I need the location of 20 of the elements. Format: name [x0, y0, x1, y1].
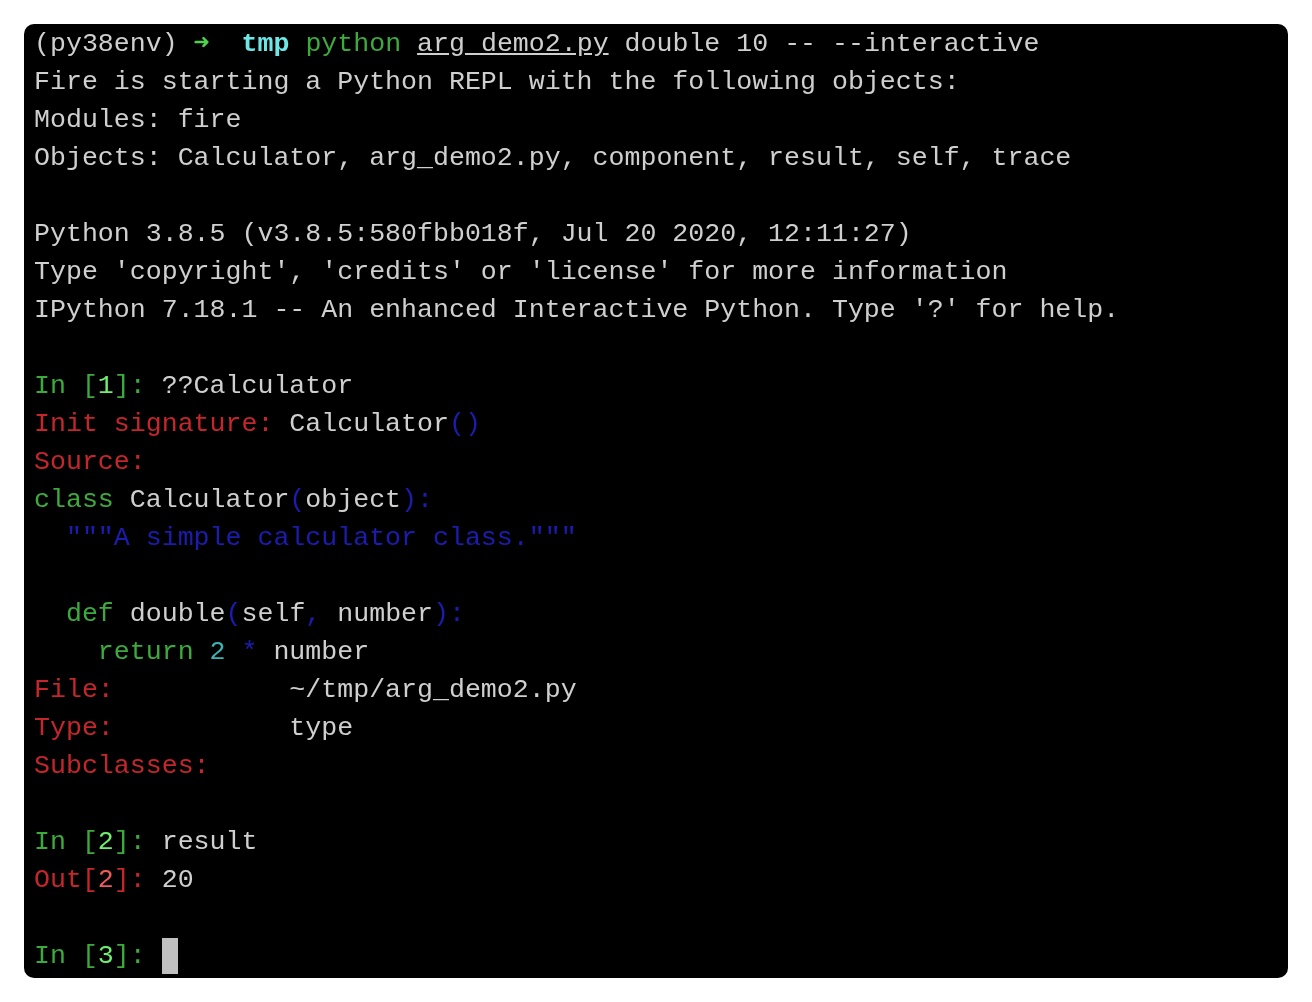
terminal-line: Out[2]: 20 — [34, 864, 194, 897]
terminal-line: File: ~/tmp/arg_demo2.py — [34, 674, 577, 707]
terminal-line: Subclasses: — [34, 750, 210, 783]
terminal-line: Type 'copyright', 'credits' or 'license' for more information — [34, 256, 1008, 289]
terminal-line: IPython 7.18.1 -- An enhanced Interactive Python. Type '?' for help. — [34, 294, 1120, 327]
terminal-line: Modules: fire — [34, 104, 242, 137]
terminal-line: class Calculator(object): — [34, 484, 433, 517]
terminal-line: In [2]: result — [34, 826, 258, 859]
terminal-line: In [3]: — [34, 940, 147, 973]
terminal-line: (py38env) ➜ tmp python arg_demo2.py double 10 -- --interactive — [34, 28, 1040, 61]
terminal-line: Python 3.8.5 (v3.8.5:580fbb018f, Jul 20 2020, 12:11:27) — [34, 218, 912, 251]
terminal-line: """A simple calculator class.""" — [64, 522, 577, 555]
terminal-line: return 2 * number — [96, 636, 370, 669]
terminal-line: def double(self, number): — [64, 598, 465, 631]
terminal-line: In [1]: ??Calculator — [34, 370, 354, 403]
terminal-line: Objects: Calculator, arg_demo2.py, component, result, self, trace — [34, 142, 1072, 175]
terminal-line: Init signature: Calculator() — [34, 408, 481, 441]
terminal-line: Source: — [34, 446, 146, 479]
terminal-line: Type: type — [34, 712, 354, 745]
terminal-line: Fire is starting a Python REPL with the following objects: — [34, 66, 960, 99]
